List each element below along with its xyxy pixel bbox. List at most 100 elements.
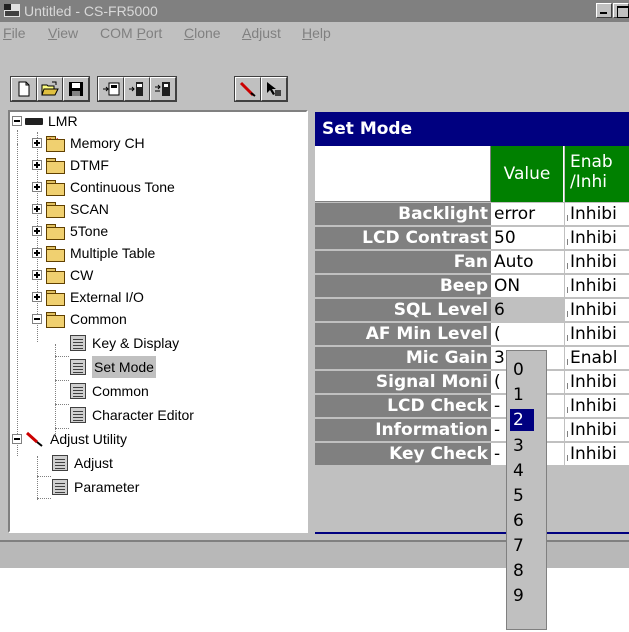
enable-cell[interactable]: Inhibi bbox=[565, 443, 629, 466]
document-icon bbox=[52, 455, 68, 471]
enable-cell[interactable]: Inhibi bbox=[565, 323, 629, 346]
dropdown-option[interactable]: 9 bbox=[510, 585, 534, 607]
tree-node-label: DTMF bbox=[70, 157, 109, 173]
dropdown-option[interactable]: 4 bbox=[510, 460, 534, 482]
collapse-icon[interactable] bbox=[12, 116, 22, 126]
tree-node-label: Adjust bbox=[74, 455, 113, 471]
write-radio-button[interactable] bbox=[124, 77, 150, 101]
toolbar bbox=[0, 46, 629, 108]
sql-level-dropdown-list[interactable]: 0 1 2 3 4 5 6 7 8 9 bbox=[506, 350, 547, 630]
dropdown-option[interactable]: 0 bbox=[510, 359, 534, 381]
tree-node-dtmf[interactable]: DTMF bbox=[32, 154, 109, 176]
expand-icon[interactable] bbox=[32, 204, 42, 214]
dropdown-option[interactable]: 8 bbox=[510, 560, 534, 582]
value-cell[interactable]: 50 bbox=[491, 227, 564, 250]
dropdown-option-selected[interactable]: 2 bbox=[510, 409, 534, 431]
table-row: SQL Level 6 Inhibi bbox=[315, 299, 629, 322]
tree-connector bbox=[37, 476, 51, 477]
folder-icon bbox=[45, 157, 65, 174]
screwdriver-icon bbox=[25, 431, 43, 447]
enable-cell[interactable]: Inhibi bbox=[565, 275, 629, 298]
expand-icon[interactable] bbox=[32, 270, 42, 280]
open-folder-icon bbox=[41, 81, 59, 96]
tree-node-5tone[interactable]: 5Tone bbox=[32, 220, 108, 242]
row-label: Information bbox=[315, 419, 491, 442]
table-row: LCD Contrast 50 Inhibi bbox=[315, 227, 629, 250]
expand-icon[interactable] bbox=[32, 226, 42, 236]
tree-node-adjust-utility[interactable]: Adjust Utility bbox=[12, 428, 127, 450]
expand-icon[interactable] bbox=[32, 248, 42, 258]
tree-node-label: Character Editor bbox=[92, 407, 194, 423]
help-pointer-icon bbox=[267, 82, 281, 96]
menu-file[interactable]: File bbox=[3, 22, 26, 44]
tree-node-lmr[interactable]: LMR bbox=[12, 110, 78, 132]
tree-node-continuous-tone[interactable]: Continuous Tone bbox=[32, 176, 175, 198]
maximize-button[interactable] bbox=[613, 3, 629, 18]
adjust-tool-button[interactable] bbox=[235, 77, 261, 101]
enable-cell[interactable]: Inhibi bbox=[565, 203, 629, 226]
tree-node-adjust[interactable]: Adjust bbox=[52, 452, 113, 474]
grid-header-corner bbox=[315, 146, 491, 202]
value-cell[interactable]: ( bbox=[491, 323, 564, 346]
tree-node-label: Common bbox=[70, 311, 127, 327]
tree-node-set-mode[interactable]: Set Mode bbox=[70, 356, 156, 378]
dropdown-option[interactable]: 3 bbox=[510, 435, 534, 457]
value-cell[interactable]: Auto bbox=[491, 251, 564, 274]
enable-cell[interactable]: Inhibi bbox=[565, 251, 629, 274]
dropdown-option[interactable]: 5 bbox=[510, 485, 534, 507]
expand-icon[interactable] bbox=[32, 160, 42, 170]
clone-button[interactable] bbox=[150, 77, 176, 101]
minimize-button[interactable] bbox=[596, 3, 612, 18]
tree-node-external-io[interactable]: External I/O bbox=[32, 286, 144, 308]
enable-cell[interactable]: Enabl bbox=[565, 347, 629, 370]
enable-cell[interactable]: Inhibi bbox=[565, 395, 629, 418]
column-header-enable[interactable]: Enab /Inhi bbox=[565, 146, 629, 202]
menu-help[interactable]: Help bbox=[302, 22, 331, 44]
open-button[interactable] bbox=[37, 77, 63, 101]
enable-cell[interactable]: Inhibi bbox=[565, 227, 629, 250]
tree-node-memory-ch[interactable]: ✕ Memory CH bbox=[32, 132, 145, 154]
table-row: LCD Check - Inhibi bbox=[315, 395, 629, 418]
title-bar[interactable]: Untitled - CS-FR5000 bbox=[0, 0, 629, 22]
tree-node-common[interactable]: Common bbox=[32, 308, 127, 330]
menu-bar: File View COM Port Clone Adjust Help bbox=[0, 22, 629, 44]
menu-com-port[interactable]: COM Port bbox=[100, 22, 162, 44]
table-row: Beep ON Inhibi bbox=[315, 275, 629, 298]
table-row: AF Min Level ( Inhibi bbox=[315, 323, 629, 346]
collapse-icon[interactable] bbox=[12, 434, 22, 444]
tree-node-common-sub[interactable]: Common bbox=[70, 380, 149, 402]
tree-connector bbox=[55, 380, 69, 381]
help-pointer-button[interactable] bbox=[261, 77, 287, 101]
enable-cell[interactable]: Inhibi bbox=[565, 371, 629, 394]
folder-icon bbox=[45, 289, 65, 306]
expand-icon[interactable] bbox=[32, 292, 42, 302]
tree-node-multiple-table[interactable]: Multiple Table bbox=[32, 242, 155, 264]
enable-cell[interactable]: Inhibi bbox=[565, 299, 629, 322]
dropdown-option[interactable]: 7 bbox=[510, 535, 534, 557]
tree-node-label: LMR bbox=[48, 113, 78, 129]
dropdown-option[interactable]: 1 bbox=[510, 384, 534, 406]
new-file-button[interactable] bbox=[11, 77, 37, 101]
value-cell[interactable]: ON bbox=[491, 275, 564, 298]
column-header-enable-line2: /Inhi bbox=[570, 172, 608, 192]
tree-node-key-display[interactable]: Key & Display bbox=[70, 332, 179, 354]
expand-icon[interactable] bbox=[32, 138, 42, 148]
dropdown-option[interactable]: 6 bbox=[510, 510, 534, 532]
read-radio-button[interactable] bbox=[98, 77, 124, 101]
expand-icon[interactable] bbox=[32, 182, 42, 192]
document-icon bbox=[70, 407, 86, 423]
menu-clone[interactable]: Clone bbox=[184, 22, 221, 44]
column-header-value[interactable]: Value bbox=[491, 146, 564, 202]
tree-node-parameter[interactable]: Parameter bbox=[52, 476, 139, 498]
collapse-icon[interactable] bbox=[32, 314, 42, 324]
save-button[interactable] bbox=[63, 77, 89, 101]
tree-node-character-editor[interactable]: Character Editor bbox=[70, 404, 194, 426]
menu-adjust[interactable]: Adjust bbox=[242, 22, 281, 44]
tree-node-cw[interactable]: CW bbox=[32, 264, 93, 286]
value-cell[interactable]: error bbox=[491, 203, 564, 226]
menu-view[interactable]: View bbox=[48, 22, 78, 44]
enable-cell[interactable]: Inhibi bbox=[565, 419, 629, 442]
value-cell-active[interactable]: 6 bbox=[491, 299, 564, 322]
tools-toolbar-group bbox=[234, 76, 288, 102]
tree-node-scan[interactable]: SCAN bbox=[32, 198, 109, 220]
